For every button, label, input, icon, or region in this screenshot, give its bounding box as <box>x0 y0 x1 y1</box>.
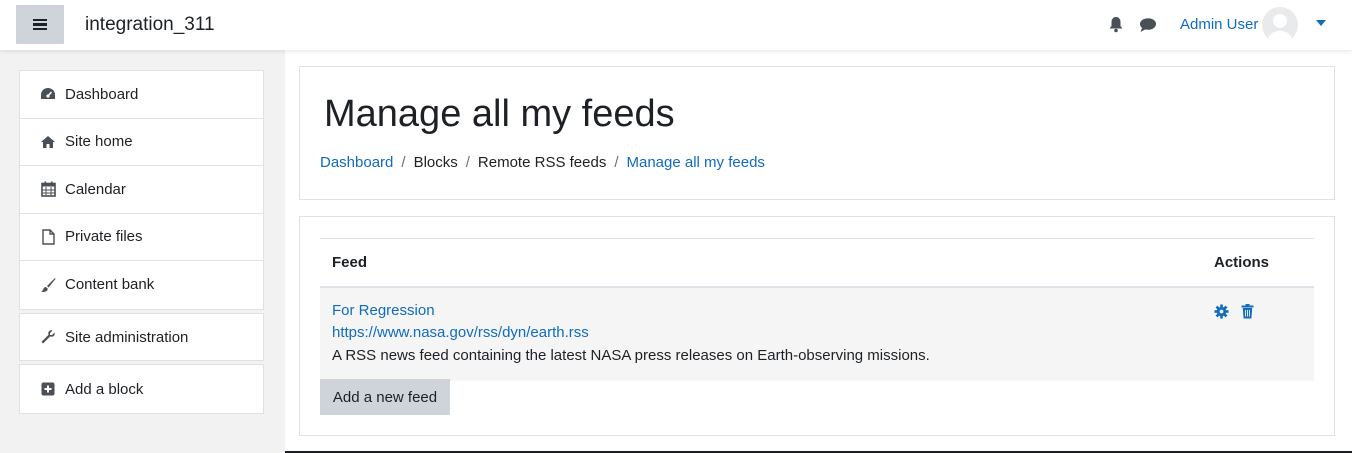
page-header-card: Manage all my feeds Dashboard / Blocks /… <box>299 66 1335 200</box>
sidebar-item-label: Dashboard <box>65 85 139 103</box>
sidebar-item-label: Calendar <box>65 180 126 198</box>
feed-url-link[interactable]: https://www.nasa.gov/rss/dyn/earth.rss <box>332 322 1190 345</box>
actions-cell <box>1202 286 1314 381</box>
drawer-toggle-button[interactable] <box>16 5 64 44</box>
breadcrumb-separator: / <box>614 154 619 171</box>
file-icon <box>40 229 56 245</box>
breadcrumb-item-remote-rss-feeds: Remote RSS feeds <box>477 154 607 171</box>
table-header-row: Feed Actions <box>320 238 1314 288</box>
sidebar-item-label: Private files <box>65 228 143 246</box>
sidebar-item-label: Add a block <box>65 380 144 398</box>
breadcrumb-item-manage-feeds[interactable]: Manage all my feeds <box>627 154 765 171</box>
table-row: For Regression https://www.nasa.gov/rss/… <box>320 286 1314 381</box>
chat-icon[interactable] <box>1139 17 1157 37</box>
sidebar-item-label: Site home <box>65 133 133 151</box>
calendar-icon <box>40 181 56 198</box>
breadcrumb-separator: / <box>401 154 406 171</box>
wrench-icon <box>40 329 56 345</box>
nav-drawer: Dashboard Site home Calendar Private fil… <box>0 50 285 453</box>
plus-square-icon <box>40 381 56 397</box>
paintbrush-icon <box>40 277 56 293</box>
feeds-table: Feed Actions For Regression https://www.… <box>320 238 1314 381</box>
add-new-feed-button[interactable]: Add a new feed <box>320 379 450 415</box>
caret-down-icon[interactable] <box>1316 20 1326 26</box>
main-region: Manage all my feeds Dashboard / Blocks /… <box>285 50 1352 453</box>
top-navbar: integration_311 Admin User <box>0 0 1352 50</box>
sidebar-item-site-home[interactable]: Site home <box>20 119 263 166</box>
add-block-button[interactable]: Add a block <box>20 365 263 413</box>
user-menu-link[interactable]: Admin User <box>1180 16 1258 33</box>
feed-description: A RSS news feed containing the latest NA… <box>332 346 930 364</box>
sidebar-item-label: Site administration <box>65 328 189 346</box>
nav-main-group: Dashboard Site home Calendar Private fil… <box>19 70 264 310</box>
sidebar-item-label: Content bank <box>65 276 155 294</box>
breadcrumb-item-dashboard[interactable]: Dashboard <box>320 154 393 171</box>
feed-title-link[interactable]: For Regression <box>332 300 1190 323</box>
trash-icon[interactable] <box>1241 303 1254 327</box>
site-name[interactable]: integration_311 <box>85 14 215 36</box>
sidebar-item-dashboard[interactable]: Dashboard <box>20 71 263 119</box>
feed-cell: For Regression https://www.nasa.gov/rss/… <box>320 286 1202 381</box>
column-header-feed: Feed <box>320 238 1202 288</box>
dashboard-icon <box>40 86 56 102</box>
nav-add-block-group: Add a block <box>19 364 264 414</box>
page-title: Manage all my feeds <box>324 93 675 135</box>
bell-icon[interactable] <box>1108 16 1124 37</box>
breadcrumb: Dashboard / Blocks / Remote RSS feeds / … <box>320 154 765 171</box>
column-header-actions: Actions <box>1202 238 1314 288</box>
feeds-card: Feed Actions For Regression https://www.… <box>299 216 1335 436</box>
breadcrumb-item-blocks: Blocks <box>413 154 458 171</box>
nav-admin-group: Site administration <box>19 313 264 361</box>
sidebar-item-content-bank[interactable]: Content bank <box>20 261 263 309</box>
breadcrumb-separator: / <box>465 154 470 171</box>
menu-icon <box>33 18 47 31</box>
sidebar-item-site-administration[interactable]: Site administration <box>20 314 263 360</box>
home-icon <box>40 134 56 150</box>
sidebar-item-calendar[interactable]: Calendar <box>20 166 263 214</box>
avatar-icon[interactable] <box>1262 7 1298 43</box>
sidebar-item-private-files[interactable]: Private files <box>20 214 263 261</box>
settings-icon[interactable] <box>1214 303 1229 327</box>
